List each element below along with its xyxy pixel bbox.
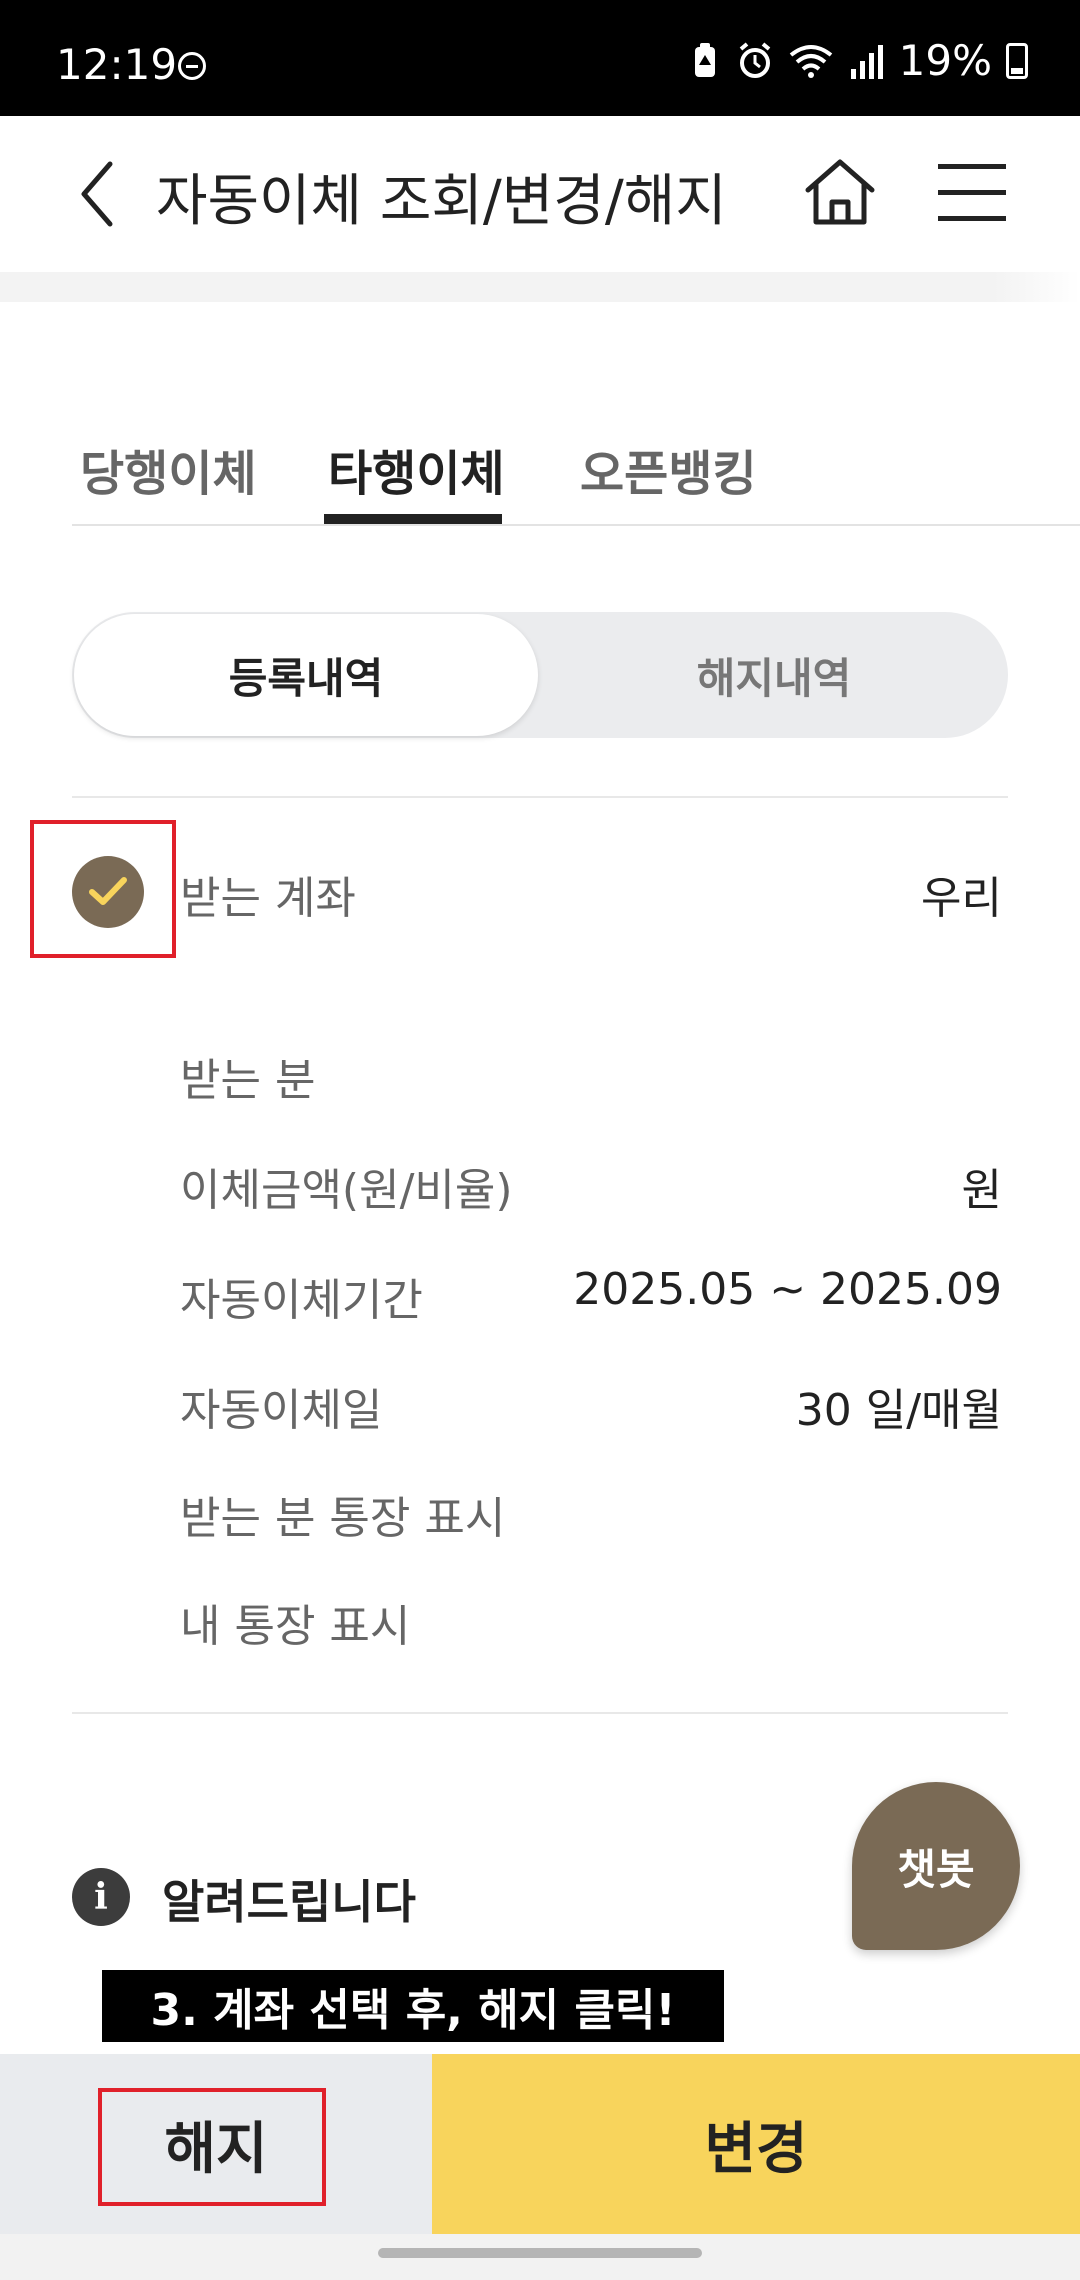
detail-label: 받는 분 bbox=[180, 1055, 316, 1106]
status-bar: 12:19 19% bbox=[0, 0, 1080, 116]
tab-other-bank[interactable]: 타행이체 bbox=[328, 434, 505, 504]
account-select-checkbox[interactable] bbox=[72, 856, 144, 928]
info-icon: i bbox=[72, 1868, 130, 1926]
tab-open-banking[interactable]: 오픈뱅킹 bbox=[580, 434, 757, 504]
status-icons: 19% bbox=[687, 36, 1028, 85]
segment-registered[interactable]: 등록내역 bbox=[74, 614, 538, 736]
header-divider bbox=[0, 272, 1080, 302]
change-transfer-button[interactable]: 변경 bbox=[432, 2054, 1080, 2234]
detail-label: 이체금액(원/비율) bbox=[180, 1165, 513, 1216]
do-not-disturb-icon bbox=[178, 52, 206, 80]
navigation-bar bbox=[0, 2234, 1080, 2280]
detail-row-recipient-memo: 받는 분 통장 표시 bbox=[180, 1482, 1002, 1544]
detail-label: 받는 분 통장 표시 bbox=[180, 1493, 506, 1544]
chatbot-button[interactable]: 챗봇 bbox=[852, 1782, 1020, 1950]
home-indicator[interactable] bbox=[378, 2248, 702, 2258]
detail-label: 받는 계좌 bbox=[180, 873, 356, 924]
history-segment-control: 등록내역 해지내역 bbox=[72, 612, 1008, 738]
wifi-icon bbox=[789, 44, 832, 78]
back-arrow-icon[interactable] bbox=[70, 154, 130, 234]
app-header: 자동이체 조회/변경/해지 bbox=[0, 116, 1080, 276]
section-divider bbox=[72, 796, 1008, 798]
detail-row-my-memo: 내 통장 표시 bbox=[180, 1590, 1002, 1652]
page-title: 자동이체 조회/변경/해지 bbox=[156, 169, 727, 234]
detail-row-recipient: 받는 분 bbox=[180, 1044, 1002, 1106]
signal-icon bbox=[850, 44, 883, 79]
hamburger-menu-icon[interactable] bbox=[938, 160, 1006, 224]
detail-label: 자동이체일 bbox=[180, 1385, 383, 1436]
detail-value: 30 일/매월 bbox=[795, 1385, 1002, 1436]
detail-value: 원 bbox=[961, 1165, 1002, 1216]
instruction-banner: 3. 계좌 선택 후, 해지 클릭! bbox=[102, 1970, 724, 2042]
transfer-type-tabs: 당행이체 타행이체 오픈뱅킹 bbox=[72, 420, 1080, 526]
status-time: 12:19 bbox=[56, 40, 178, 89]
active-tab-indicator bbox=[324, 514, 502, 524]
cancel-button-highlight bbox=[98, 2088, 326, 2206]
tab-same-bank[interactable]: 당행이체 bbox=[80, 434, 257, 504]
detail-label: 자동이체기간 bbox=[180, 1275, 423, 1326]
alarm-icon bbox=[739, 41, 770, 78]
detail-row-account: 받는 계좌 우리 bbox=[180, 862, 1002, 924]
detail-value: 우리 bbox=[921, 873, 1002, 924]
detail-label: 내 통장 표시 bbox=[180, 1601, 411, 1652]
battery-saver-icon bbox=[694, 42, 715, 77]
detail-row-amount: 이체금액(원/비율) 원 bbox=[180, 1154, 1002, 1216]
section-divider bbox=[72, 1712, 1008, 1714]
detail-row-period: 자동이체기간 2025.05 ~ 2025.09 bbox=[180, 1264, 1002, 1326]
detail-row-day: 자동이체일 30 일/매월 bbox=[180, 1374, 1002, 1436]
battery-icon bbox=[1006, 42, 1028, 79]
notice-title[interactable]: 알려드립니다 bbox=[162, 1866, 416, 1932]
checkmark-icon bbox=[89, 877, 127, 905]
segment-cancelled[interactable]: 해지내역 bbox=[540, 612, 1008, 738]
battery-percent: 19% bbox=[898, 36, 992, 85]
detail-value: 2025.05 ~ 2025.09 bbox=[573, 1264, 1002, 1315]
home-icon[interactable] bbox=[800, 152, 880, 232]
